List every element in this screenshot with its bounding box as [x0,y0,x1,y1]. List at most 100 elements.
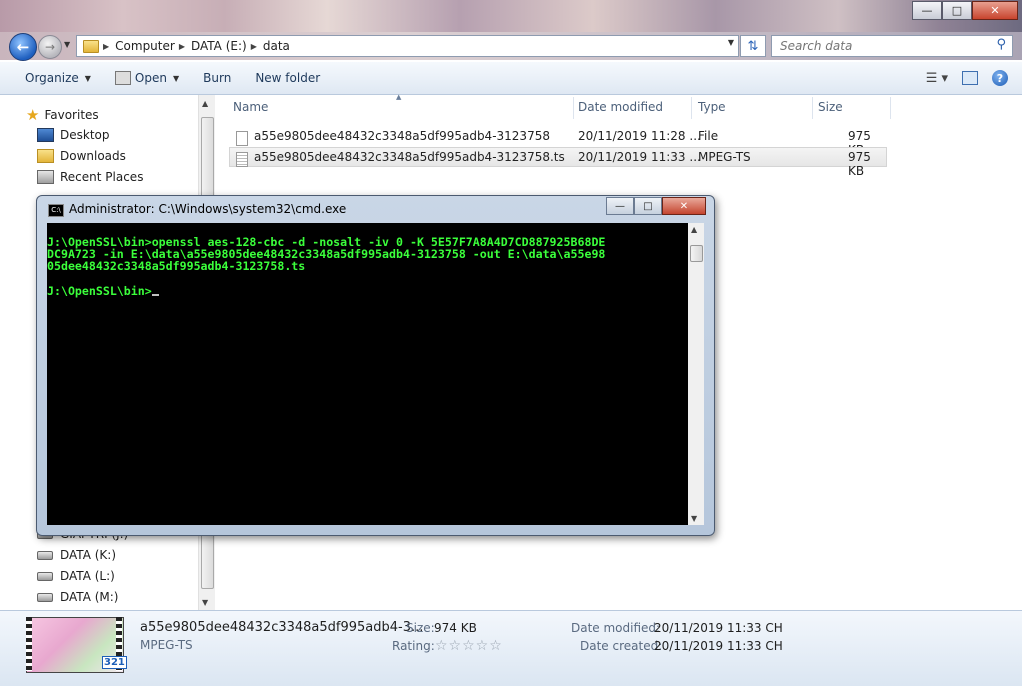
close-button[interactable]: ✕ [972,1,1018,20]
drive-icon [37,571,53,581]
arrow-right-icon: → [44,40,56,54]
folder-icon [83,39,99,53]
video-file-icon [236,152,248,167]
column-divider[interactable] [573,97,574,119]
file-icon [236,131,248,146]
forward-button[interactable]: → [38,35,62,59]
nav-label: Downloads [60,149,126,163]
chevron-down-icon: ▼ [84,73,91,83]
maximize-button[interactable]: □ [942,1,972,20]
column-header-type[interactable]: Type [698,96,726,118]
scroll-down-icon[interactable]: ▼ [202,598,208,607]
nav-drive-k[interactable]: DATA (K:) [37,548,116,562]
cmd-scrollbar[interactable]: ▲ ▼ [688,223,704,525]
breadcrumb-arrow-icon[interactable]: ▶ [103,42,109,51]
drive-icon [37,550,53,560]
open-label: Open [134,71,167,85]
console-line: 05dee48432c3348a5df995adb4-3123758.ts [47,259,306,274]
minimize-button[interactable]: — [912,1,942,20]
minimize-icon: — [615,200,625,212]
new-folder-button[interactable]: New folder [255,71,320,85]
nav-label: DATA (M:) [60,590,119,604]
cmd-title-bar[interactable]: C:\ Administrator: C:\Windows\system32\c… [37,196,714,222]
organize-button[interactable]: Organize ▼ [25,71,91,85]
nav-label: Desktop [60,128,110,142]
star-icon: ★ [26,106,40,124]
cmd-close-button[interactable]: ✕ [662,197,706,215]
rating-stars[interactable]: ☆☆☆☆☆ [435,638,503,654]
media-classic-badge: 321 [102,656,127,669]
recent-pages-dropdown[interactable]: ▼ [64,40,70,49]
maximize-icon: □ [643,200,653,212]
breadcrumb-folder[interactable]: data [263,39,290,53]
column-divider[interactable] [691,97,692,119]
details-size-label: Size: [406,621,435,635]
column-header-name[interactable]: Name [233,96,268,118]
explorer-title-bar: — □ ✕ [0,0,1022,32]
nav-label: DATA (K:) [60,548,117,562]
nav-drive-m[interactable]: DATA (M:) [37,590,119,604]
cmd-minimize-button[interactable]: — [606,197,634,215]
breadcrumb-arrow-icon[interactable]: ▶ [179,42,185,51]
console-icon[interactable]: C:\ [48,204,64,217]
details-file-name: a55e9805dee48432c3348a5df995adb4-3... [140,620,424,635]
organize-label: Organize [25,71,79,85]
refresh-button[interactable]: ⇅ [740,35,766,57]
column-header-size[interactable]: Size [818,96,843,118]
nav-label: DATA (L:) [60,569,115,583]
media-player-icon [114,71,131,85]
burn-label: Burn [203,71,232,85]
desktop-icon [37,128,54,142]
search-box: ⚲ [771,35,1013,57]
file-row-selected[interactable]: a55e9805dee48432c3348a5df995adb4-3123758… [229,147,887,178]
details-rating-label: Rating: [392,639,435,653]
column-divider[interactable] [812,97,813,119]
nav-recent-places[interactable]: Recent Places [37,170,143,184]
search-input[interactable] [778,38,992,54]
help-icon[interactable]: ? [992,70,1008,86]
change-view-icon[interactable]: ☰ ▾ [926,71,948,86]
file-name: a55e9805dee48432c3348a5df995adb4-3123758… [254,150,565,164]
breadcrumb-arrow-icon[interactable]: ▶ [251,42,257,51]
file-row[interactable]: a55e9805dee48432c3348a5df995adb4-3123758… [229,126,887,157]
scroll-up-icon[interactable]: ▲ [202,99,208,108]
console-output[interactable]: J:\OpenSSL\bin>openssl aes-128-cbc -d -n… [47,223,688,525]
nav-drive-l[interactable]: DATA (L:) [37,569,115,583]
sort-ascending-icon: ▲ [396,93,402,101]
search-icon[interactable]: ⚲ [996,37,1006,52]
new-folder-label: New folder [255,71,321,85]
file-size: 975 KB [848,150,871,178]
command-bar: Organize ▼ Open ▼ Burn New folder ☰ ▾ ? [0,62,1022,95]
nav-desktop[interactable]: Desktop [37,128,110,142]
address-dropdown-icon[interactable]: ▼ [728,38,734,47]
breadcrumb-computer[interactable]: Computer [115,39,175,53]
recent-places-icon [37,170,54,184]
nav-downloads[interactable]: Downloads [37,149,126,163]
file-type: File [698,129,719,143]
file-date: 20/11/2019 11:33 ... [578,150,701,164]
file-name: a55e9805dee48432c3348a5df995adb4-3123758 [254,129,550,143]
refresh-icon: ⇅ [747,38,759,54]
details-created-label: Date created: [580,639,663,653]
details-file-type: MPEG-TS [140,638,193,652]
back-button[interactable]: ← [9,33,37,61]
open-button[interactable]: Open ▼ [114,71,179,85]
column-divider[interactable] [890,97,891,119]
column-header-date[interactable]: Date modified [578,96,663,118]
scroll-up-icon[interactable]: ▲ [691,225,697,234]
file-type: MPEG-TS [698,150,751,164]
cmd-maximize-button[interactable]: □ [634,197,662,215]
address-bar[interactable]: ▶ Computer ▶ DATA (E:) ▶ data ▼ [76,35,739,57]
preview-pane-icon[interactable] [962,71,978,85]
scroll-thumb[interactable] [690,245,703,262]
breadcrumb-drive[interactable]: DATA (E:) [191,39,247,53]
window-controls: — □ ✕ [912,1,1018,20]
scroll-down-icon[interactable]: ▼ [691,514,697,523]
cmd-window[interactable]: C:\ Administrator: C:\Windows\system32\c… [36,195,715,536]
burn-button[interactable]: Burn [203,71,231,85]
downloads-folder-icon [37,149,54,163]
nav-label: Favorites [44,108,99,122]
nav-favorites[interactable]: ★ Favorites [26,106,99,124]
details-modified-value: 20/11/2019 11:33 CH [654,621,783,635]
film-strip-left [26,617,32,671]
